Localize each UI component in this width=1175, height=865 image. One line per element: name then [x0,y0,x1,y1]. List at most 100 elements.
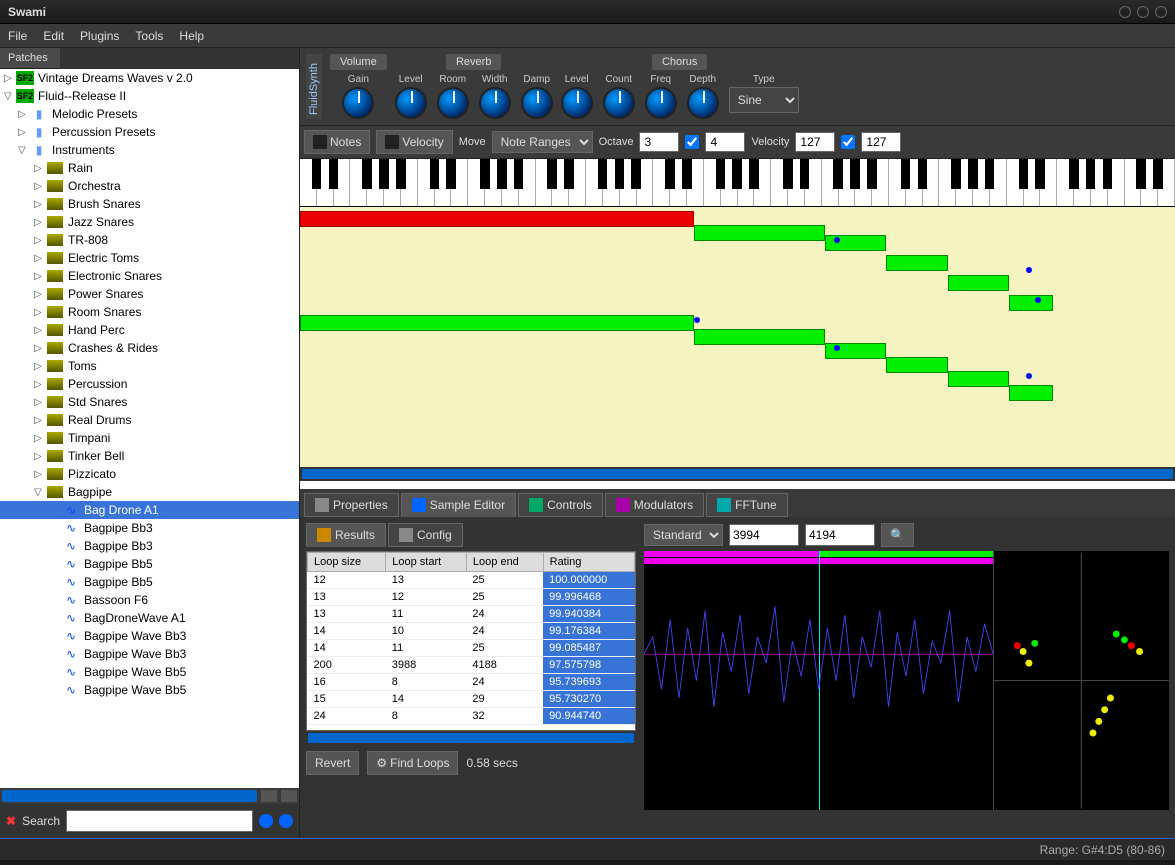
tree-item[interactable]: ∿Bagpipe Wave Bb3 [0,627,299,645]
close-button[interactable] [1155,6,1167,18]
tree-item[interactable]: ▷Percussion [0,375,299,393]
reverb-room-knob[interactable] [437,87,469,119]
expander-icon[interactable]: ▷ [34,433,46,444]
tree-item[interactable]: ▷TR-808 [0,231,299,249]
expander-icon[interactable]: ▷ [34,307,46,318]
waveform-display[interactable] [644,551,1169,810]
tab-modulators[interactable]: Modulators [605,493,704,517]
tree-item[interactable]: ▷Orchestra [0,177,299,195]
search-next-button[interactable] [279,814,293,828]
tree-item[interactable]: ▷▮Melodic Presets [0,105,299,123]
tree-item[interactable]: ▽Bagpipe [0,483,299,501]
reverb-level-knob[interactable] [395,87,427,119]
wave-start-input[interactable] [729,524,799,546]
expander-icon[interactable]: ▷ [34,469,46,480]
tree-item[interactable]: ▷Crashes & Rides [0,339,299,357]
column-header[interactable]: Loop size [308,553,386,572]
column-header[interactable]: Loop start [386,553,467,572]
tree-item[interactable]: ∿Bagpipe Bb3 [0,519,299,537]
tree-item[interactable]: ▷Timpani [0,429,299,447]
menu-edit[interactable]: Edit [43,29,64,43]
tree-item[interactable]: ▷Real Drums [0,411,299,429]
table-row[interactable]: 2483290.944740 [308,708,635,725]
tree-item[interactable]: ▷Power Snares [0,285,299,303]
tree-item[interactable]: ▷Brush Snares [0,195,299,213]
velocity-link-check[interactable] [841,135,855,149]
expander-icon[interactable]: ▷ [34,379,46,390]
minimize-button[interactable] [1119,6,1131,18]
table-row[interactable]: 14112599.085487 [308,640,635,657]
tab-sample-editor[interactable]: Sample Editor [401,493,516,517]
note-range-editor[interactable] [300,207,1175,467]
piano-keyboard[interactable] [300,159,1175,207]
wave-hscroll[interactable] [644,810,1169,814]
reverb-width-knob[interactable] [479,87,511,119]
expander-icon[interactable]: ▷ [34,289,46,300]
expander-icon[interactable]: ▷ [34,217,46,228]
table-row[interactable]: 14102499.176384 [308,623,635,640]
velocity2-input[interactable] [861,132,901,152]
expander-icon[interactable]: ▷ [34,397,46,408]
tree-item[interactable]: ▷Hand Perc [0,321,299,339]
maximize-button[interactable] [1137,6,1149,18]
tree-item[interactable]: ∿Bagpipe Wave Bb5 [0,663,299,681]
find-loops-button[interactable]: ⚙Find Loops [367,751,458,775]
tree-item[interactable]: ▷Electric Toms [0,249,299,267]
clear-search-icon[interactable]: ✖ [6,814,16,828]
tree-item[interactable]: ▷Tinker Bell [0,447,299,465]
tree-item[interactable]: ▷Pizzicato [0,465,299,483]
expander-icon[interactable]: ▷ [18,127,30,138]
table-row[interactable]: 15142995.730270 [308,691,635,708]
expander-icon[interactable]: ▷ [34,415,46,426]
tree-item[interactable]: ▷SF2Vintage Dreams Waves v 2.0 [0,69,299,87]
tree-item[interactable]: ∿Bagpipe Bb5 [0,555,299,573]
tree-item[interactable]: ▷Jazz Snares [0,213,299,231]
move-select[interactable]: Note Ranges [492,131,593,153]
column-header[interactable]: Rating [543,553,634,572]
expander-icon[interactable]: ▷ [34,361,46,372]
tree-item[interactable]: ▷Electronic Snares [0,267,299,285]
piano-hscroll[interactable] [300,467,1175,481]
expander-icon[interactable]: ▽ [4,91,16,102]
notes-button[interactable]: Notes [304,130,370,154]
chorus-level-knob[interactable] [561,87,593,119]
tree-item[interactable]: ▷Std Snares [0,393,299,411]
search-prev-button[interactable] [259,814,273,828]
expander-icon[interactable]: ▷ [34,235,46,246]
velocity1-input[interactable] [795,132,835,152]
tree-item[interactable]: ▷Room Snares [0,303,299,321]
wave-end-input[interactable] [805,524,875,546]
tree-item[interactable]: ▽▮Instruments [0,141,299,159]
table-row[interactable]: 1682495.739693 [308,674,635,691]
table-row[interactable]: 2003988418897.575798 [308,657,635,674]
expander-icon[interactable]: ▷ [34,253,46,264]
tree-item[interactable]: ▷Toms [0,357,299,375]
tree-item[interactable]: ▷▮Percussion Presets [0,123,299,141]
results-table[interactable]: Loop sizeLoop startLoop endRating1213251… [306,551,636,731]
tab-fftune[interactable]: FFTune [706,493,788,517]
tab-results[interactable]: Results [306,523,386,547]
expander-icon[interactable]: ▷ [34,181,46,192]
expander-icon[interactable]: ▽ [34,487,46,498]
chorus-freq-knob[interactable] [645,87,677,119]
table-row[interactable]: 13112499.940384 [308,606,635,623]
tab-config[interactable]: Config [388,523,463,547]
tab-controls[interactable]: Controls [518,493,603,517]
zoom-button[interactable]: 🔍 [881,523,914,547]
tree-hscroll[interactable] [0,788,299,804]
chorus-count-knob[interactable] [603,87,635,119]
reverb-damp-knob[interactable] [521,87,553,119]
patches-tab[interactable]: Patches [0,48,60,69]
expander-icon[interactable]: ▷ [4,73,16,84]
tree-item[interactable]: ∿Bagpipe Bb3 [0,537,299,555]
menu-file[interactable]: File [8,29,27,43]
expander-icon[interactable]: ▷ [34,271,46,282]
tree-item[interactable]: ∿Bassoon F6 [0,591,299,609]
tab-properties[interactable]: Properties [304,493,399,517]
octave1-input[interactable] [639,132,679,152]
table-row[interactable]: 13122599.996468 [308,589,635,606]
octave-link-check[interactable] [685,135,699,149]
tree-item[interactable]: ∿Bagpipe Wave Bb3 [0,645,299,663]
tree-item[interactable]: ∿BagDroneWave A1 [0,609,299,627]
column-header[interactable]: Loop end [466,553,543,572]
